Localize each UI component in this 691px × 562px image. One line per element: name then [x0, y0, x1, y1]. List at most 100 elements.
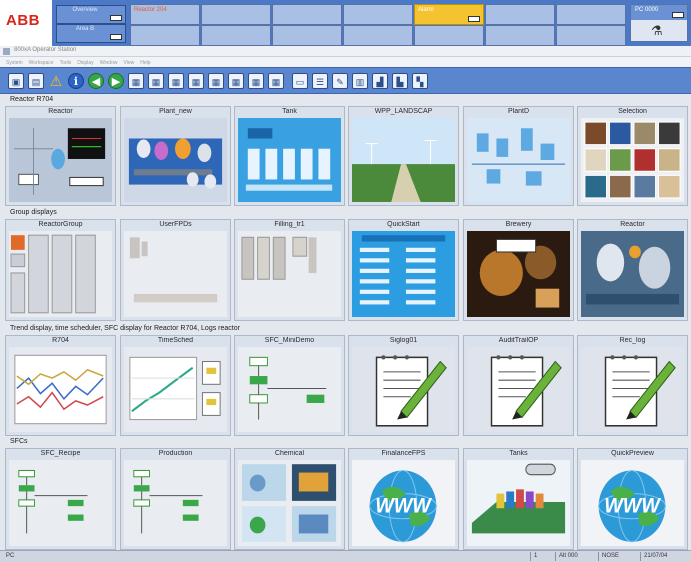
- alarm-cell-lower-1[interactable]: [130, 25, 200, 46]
- display-tile-label: Tanks: [509, 450, 528, 457]
- display-thumbnail: WWW: [352, 460, 455, 546]
- display-tile[interactable]: Rec_log: [577, 335, 688, 436]
- area-b-indicator: [110, 34, 122, 40]
- display-tile-label: Tank: [282, 108, 297, 115]
- display-tile[interactable]: Production: [120, 448, 231, 550]
- alarm-cell-7[interactable]: [556, 4, 626, 25]
- display-tile[interactable]: Tank: [234, 106, 345, 206]
- display-tile-label: SFC_Recipe: [40, 450, 81, 457]
- display-4-icon[interactable]: ▦: [188, 73, 204, 89]
- user-panel-label: PC 0000: [635, 7, 659, 13]
- alarm-warning-icon[interactable]: ⚠: [48, 73, 64, 89]
- display-tile[interactable]: Plant_new: [120, 106, 231, 206]
- display-tile-label: QuickPreview: [611, 450, 654, 457]
- menu-item-help[interactable]: Help: [140, 60, 150, 66]
- display-tile[interactable]: QuickStart: [348, 219, 459, 321]
- trend-icon[interactable]: ▭: [292, 73, 308, 89]
- display-thumbnail: [581, 118, 684, 202]
- display-thumbnail: [238, 460, 341, 546]
- alarm-cell-6[interactable]: [485, 4, 555, 25]
- display-tile[interactable]: FinalanceFPS WWW: [348, 448, 459, 550]
- menu-item-tools[interactable]: Tools: [60, 60, 72, 66]
- display-tile-label: Reactor: [620, 221, 645, 228]
- display-6-icon[interactable]: ▦: [228, 73, 244, 89]
- menu-item-display[interactable]: Display: [77, 60, 93, 66]
- chart-icon[interactable]: ▟: [372, 73, 388, 89]
- display-tile[interactable]: QuickPreview WWW: [577, 448, 688, 550]
- list-icon[interactable]: ☰: [312, 73, 328, 89]
- menu-item-system[interactable]: System: [6, 60, 23, 66]
- display-thumbnail: [581, 347, 684, 432]
- display-tile[interactable]: R704: [5, 335, 116, 436]
- alarm-cell-2[interactable]: [201, 4, 271, 25]
- display-thumbnail: [9, 231, 112, 317]
- level-icon[interactable]: ▙: [392, 73, 408, 89]
- tools-icon[interactable]: ✎: [332, 73, 348, 89]
- display-7-icon[interactable]: ▦: [248, 73, 264, 89]
- alarm-cell-3[interactable]: [272, 4, 342, 25]
- display-tile[interactable]: TimeSched: [120, 335, 231, 436]
- display-tile[interactable]: WPP_LANDSCAP: [348, 106, 459, 206]
- back-icon[interactable]: ◀: [88, 73, 104, 89]
- alarm-cell-lower-6[interactable]: [485, 25, 555, 46]
- display-tile[interactable]: Selection: [577, 106, 688, 206]
- menu-item-workspace[interactable]: Workspace: [29, 60, 54, 66]
- group-title: SFCs: [10, 438, 28, 445]
- display-tile[interactable]: AuditTrailOP: [463, 335, 574, 436]
- display-thumbnail: [581, 231, 684, 317]
- display-thumbnail: [352, 118, 455, 202]
- info-icon[interactable]: ℹ: [68, 73, 84, 89]
- alarm-cell-5[interactable]: Alarm: [414, 4, 484, 25]
- area-b-label: Area B: [75, 26, 95, 32]
- display-tile[interactable]: PlantD: [463, 106, 574, 206]
- status-bar: PC 1 Alt 000 NOSE 21/07/04: [0, 550, 691, 562]
- display-tile-label: Selection: [618, 108, 647, 115]
- display-8-icon[interactable]: ▦: [268, 73, 284, 89]
- status-cell-alarm: Alt 000: [555, 552, 578, 561]
- alarm-band: ABB Overview Area B Reactor 204 Alarm PC …: [0, 0, 691, 46]
- display-tile-label: ReactorGroup: [38, 221, 83, 228]
- display-tile[interactable]: UserFPDs: [120, 219, 231, 321]
- area-b-button[interactable]: Area B: [56, 24, 126, 43]
- display-tile[interactable]: ReactorGroup: [5, 219, 116, 321]
- workplace-icon[interactable]: ▣: [8, 73, 24, 89]
- alarm-cell-lower-3[interactable]: [272, 25, 342, 46]
- display-thumbnail: [124, 460, 227, 546]
- batch-icon[interactable]: ▚: [412, 73, 428, 89]
- display-tile[interactable]: Brewery: [463, 219, 574, 321]
- display-thumbnail: [124, 118, 227, 202]
- group-icon[interactable]: ▤: [28, 73, 44, 89]
- display-tile[interactable]: SFC_MiniDemo: [234, 335, 345, 436]
- display-5-icon[interactable]: ▦: [208, 73, 224, 89]
- menu-item-view[interactable]: View: [123, 60, 134, 66]
- display-tile-label: FinalanceFPS: [381, 450, 426, 457]
- display-2-icon[interactable]: ▦: [148, 73, 164, 89]
- group-title: Trend display, time scheduler, SFC displ…: [10, 325, 240, 332]
- display-tile[interactable]: SFC_Recipe: [5, 448, 116, 550]
- display-thumbnail: [467, 231, 570, 317]
- display-tile[interactable]: Siglog01: [348, 335, 459, 436]
- forward-icon[interactable]: ▶: [108, 73, 124, 89]
- alarm-cell-lower-7[interactable]: [556, 25, 626, 46]
- display-tile[interactable]: Reactor: [577, 219, 688, 321]
- alarm-cell-1[interactable]: Reactor 204: [130, 4, 200, 25]
- group-title: Reactor R704: [10, 96, 54, 103]
- display-3-icon[interactable]: ▦: [168, 73, 184, 89]
- area-overview-button[interactable]: Overview: [56, 5, 126, 24]
- display-thumbnail: [352, 231, 455, 317]
- layout-icon[interactable]: ▥: [352, 73, 368, 89]
- display-1-icon[interactable]: ▦: [128, 73, 144, 89]
- display-tile[interactable]: Tanks: [463, 448, 574, 550]
- display-tile[interactable]: Filling_tr1: [234, 219, 345, 321]
- display-tile[interactable]: Chemical: [234, 448, 345, 550]
- alarm-cell-lower-5[interactable]: [414, 25, 484, 46]
- status-cell-date: 21/07/04: [640, 552, 667, 561]
- menu-item-window[interactable]: Window: [100, 60, 118, 66]
- window-title-bar: 800xA Operator Station: [0, 46, 691, 57]
- display-tile[interactable]: Reactor: [5, 106, 116, 206]
- alarm-cell-4[interactable]: [343, 4, 413, 25]
- user-panel-indicator: [672, 12, 684, 18]
- user-panel[interactable]: PC 0000 ⚗: [630, 4, 688, 42]
- alarm-cell-lower-2[interactable]: [201, 25, 271, 46]
- alarm-cell-lower-4[interactable]: [343, 25, 413, 46]
